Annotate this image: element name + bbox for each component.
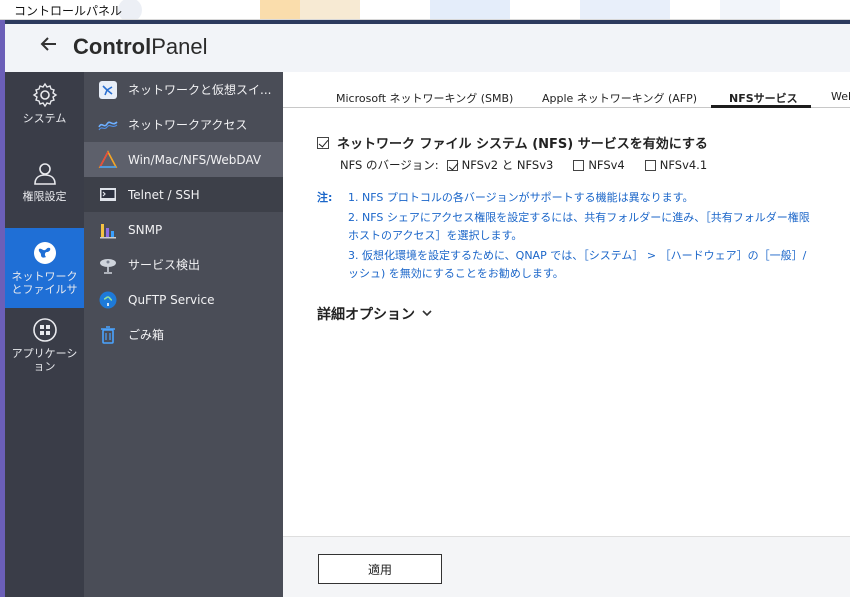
category-rail: システム 権限設定 ネットワーク とファイルサ アプリケーシ ョン [5,72,84,597]
nfsv2-v3-label[interactable]: NFSv2 と NFSv3 [462,157,554,173]
nfsv4-checkbox[interactable] [573,159,585,171]
background-decoration [118,0,780,19]
footer-bar: 適用 [283,536,850,597]
subnav-item-service-discovery[interactable]: サービス検出 [84,247,283,282]
brand-bold: Control [73,34,152,59]
note-line: 1. NFS プロトコルの各バージョンがサポートする機能は異なります。 [348,191,694,204]
nfsv4-option[interactable]: NFSv4 [573,158,625,172]
subnav-label: ネットワークアクセス [128,118,248,132]
active-tab-indicator [711,105,811,108]
arrow-left-icon[interactable] [39,34,59,60]
enable-nfs-label[interactable]: ネットワーク ファイル システム (NFS) サービスを有効にする [337,133,708,152]
subnav-label: QuFTP Service [128,292,215,307]
notes-label: 注: [317,191,333,204]
tab-afp[interactable]: Apple ネットワーキング (AFP) [542,90,697,106]
enable-nfs-checkbox[interactable] [317,136,329,149]
apply-button[interactable]: 適用 [318,554,442,584]
advanced-options-toggle[interactable]: 詳細オプション [317,304,433,324]
rail-item-system[interactable]: システム [5,82,84,137]
gear-icon [32,82,57,108]
note-line: ッシュ) を無効にすることをお勧めします。 [348,267,564,280]
app-brand: ControlPanel [73,34,207,60]
nfsv41-option[interactable]: NFSv4.1 [644,158,707,172]
rail-item-privilege[interactable]: 権限設定 [5,160,84,215]
user-icon [33,163,56,185]
window-title: コントロールパネル [14,4,123,18]
subnav-label: ネットワークと仮想スイ... [128,83,272,97]
subnav-label: ごみ箱 [128,328,165,342]
terminal-icon [98,185,118,205]
globe-icon [33,242,56,264]
tab-webdav[interactable]: Web [831,90,850,103]
enable-nfs-row: ネットワーク ファイル システム (NFS) サービスを有効にする [317,133,708,152]
subnav-item-telnet-ssh[interactable]: Telnet / SSH [84,177,283,212]
satellite-dish-icon [98,255,118,275]
app-header: ControlPanel [5,20,850,72]
rail-label-network-file: ネットワーク とファイルサ [11,270,78,296]
rail-label-system: システム [22,112,67,125]
nfs-version-label: NFS のバージョン: [340,158,439,172]
note-line: ホストのアクセス］を選択します。 [348,229,523,242]
subnav-item-snmp[interactable]: SNMP [84,212,283,247]
subnav-item-win-mac-nfs-webdav[interactable]: Win/Mac/NFS/WebDAV [84,142,283,177]
nfsv2-v3-checkbox[interactable] [446,159,458,171]
tab-bar: Microsoft ネットワーキング (SMB) Apple ネットワーキング … [283,72,850,108]
brand-light: Panel [151,34,208,59]
nfsv41-checkbox[interactable] [644,159,656,171]
nfsv41-label[interactable]: NFSv4.1 [660,158,707,172]
window-title-bar: コントロールパネル [0,0,850,20]
rail-item-network-file[interactable]: ネットワーク とファイルサ [5,228,84,308]
bar-chart-icon [98,220,118,240]
nfsv4-label[interactable]: NFSv4 [588,158,624,172]
rail-item-applications[interactable]: アプリケーシ ョン [5,317,84,377]
subnav-item-quftp[interactable]: QuFTP Service [84,282,283,317]
subnav-label: Telnet / SSH [128,187,200,202]
tab-nfs[interactable]: NFSサービス [729,90,798,106]
subnav-label: サービス検出 [128,258,201,272]
triangle-colors-icon [98,149,118,170]
main-content: Microsoft ネットワーキング (SMB) Apple ネットワーキング … [283,72,850,597]
tab-smb[interactable]: Microsoft ネットワーキング (SMB) [336,90,513,106]
wave-icon [98,115,118,135]
ftp-globe-icon [98,290,118,310]
subnav-item-recycle-bin[interactable]: ごみ箱 [84,317,283,352]
subnav-label: Win/Mac/NFS/WebDAV [128,152,262,167]
note-line: 3. 仮想化環境を設定するために、QNAP では、［システム］ > ［ハードウェ… [348,249,807,262]
subnav-item-network-access[interactable]: ネットワークアクセス [84,107,283,142]
rail-label-applications: アプリケーシ ョン [11,347,78,373]
nfsv2-v3-option[interactable]: NFSv2 と NFSv3 [446,157,554,173]
network-switch-icon [98,80,118,100]
trash-icon [98,325,118,345]
apps-grid-icon [32,318,57,342]
nfs-version-row: NFS のバージョン: NFSv2 と NFSv3 NFSv4 NFSv4.1 [340,157,719,173]
subnav-label: SNMP [128,222,163,237]
subnav-item-network-switch[interactable]: ネットワークと仮想スイ... [84,72,283,107]
chevron-down-icon[interactable] [421,307,433,322]
rail-label-privilege: 権限設定 [22,190,67,203]
note-line: 2. NFS シェアにアクセス権限を設定するには、共有フォルダーに進み、［共有フ… [348,211,810,224]
sub-navigation: ネットワークと仮想スイ... ネットワークアクセス Win/Mac/NFS/We… [84,72,283,597]
advanced-options-label[interactable]: 詳細オプション [317,304,415,324]
